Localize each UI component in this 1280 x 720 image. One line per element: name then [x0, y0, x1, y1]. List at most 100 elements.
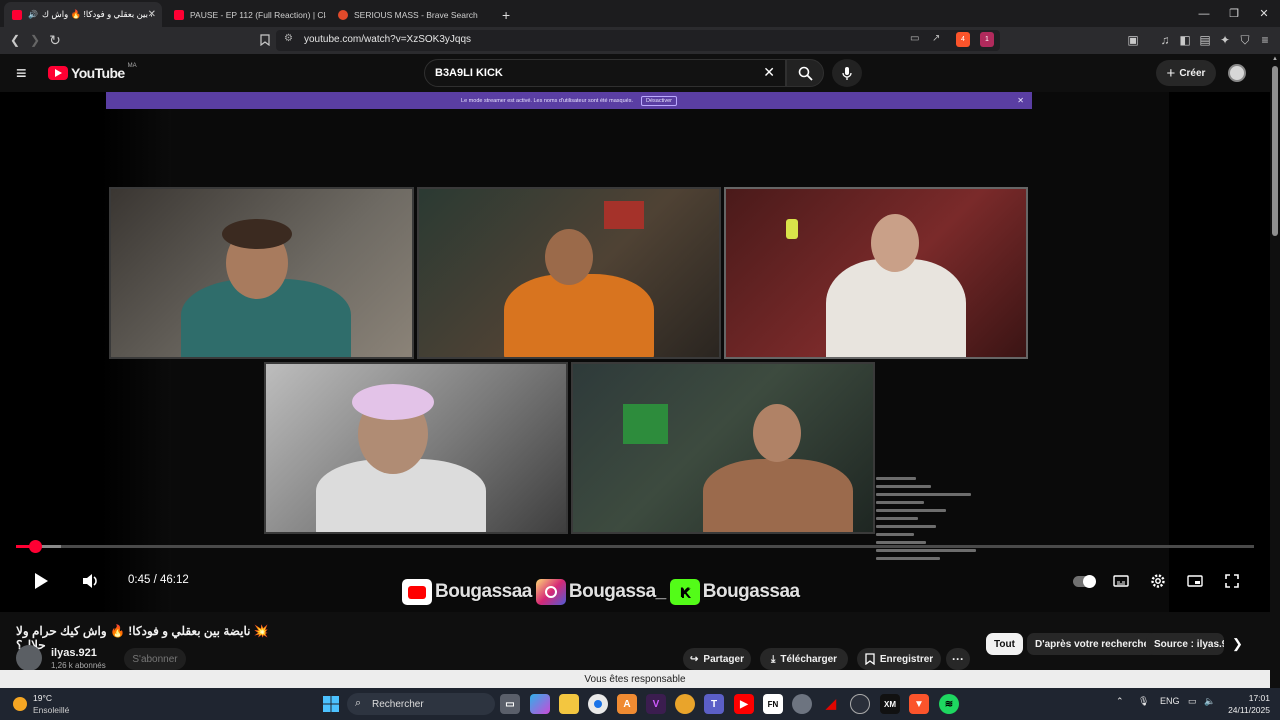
youtube-play-logo-icon [48, 66, 68, 80]
reload-button[interactable]: ↻ [47, 32, 63, 48]
page-scrollbar[interactable]: ▲ [1270, 54, 1280, 688]
chip-source[interactable]: Source : ilyas.9 [1146, 633, 1224, 655]
app-icon-grey[interactable] [792, 694, 812, 714]
create-button[interactable]: + Créer [1156, 60, 1216, 86]
media-button[interactable]: ♫ [1157, 32, 1173, 48]
progress-bar[interactable] [16, 545, 1254, 548]
tray-overflow-icon[interactable]: ⌃ [1116, 696, 1124, 707]
windows-taskbar: 19°C Ensoleillé ⌕ Rechercher ▭ A V T ▶ F… [0, 688, 1280, 720]
voice-search-button[interactable] [832, 59, 862, 87]
more-actions-button[interactable]: ··· [946, 648, 970, 670]
microphone-tray-icon[interactable]: 🎙 [1138, 696, 1149, 707]
site-info-icon[interactable]: ⚙ [284, 33, 293, 44]
handle-text: Bougassaa [702, 581, 800, 602]
play-button[interactable] [29, 570, 53, 592]
taskbar-search-placeholder: Rechercher [372, 698, 424, 710]
teams-icon[interactable]: T [704, 694, 724, 714]
volume-tray-icon[interactable]: 🔈 [1204, 696, 1215, 707]
clear-search-icon[interactable]: ✕ [763, 64, 775, 81]
search-input[interactable]: B3A9LI KICK [435, 67, 503, 79]
video-player[interactable]: Le mode streamer est activé. Les noms d'… [0, 92, 1280, 612]
brave-search-favicon-icon [338, 9, 348, 20]
sparkle-icon: ✦ [1219, 33, 1231, 47]
reader-icon: ▣ [1127, 33, 1139, 47]
new-tab-button[interactable]: + [494, 2, 516, 27]
channel-name[interactable]: ilyas.921 [51, 647, 97, 659]
app-icon-round[interactable] [675, 694, 695, 714]
wallet-button[interactable]: ▤ [1197, 32, 1213, 48]
file-explorer-icon[interactable] [559, 694, 579, 714]
menu-button[interactable]: ≡ [1257, 32, 1273, 48]
chip-all[interactable]: Tout [986, 633, 1023, 655]
vpn-button[interactable]: ⛉ [1237, 32, 1253, 48]
tab-pause-ep112[interactable]: PAUSE - EP 112 (Full Reaction) | Clas [166, 2, 326, 27]
clock-date[interactable]: 24/11/2025 [1218, 705, 1270, 715]
theater-mode-button[interactable] [1183, 570, 1207, 592]
settings-button[interactable] [1146, 570, 1170, 592]
fullscreen-button[interactable] [1220, 570, 1244, 592]
forward-button[interactable]: ❯ [27, 32, 43, 48]
audio-icon[interactable]: 🔊 [28, 10, 38, 19]
autoplay-toggle[interactable] [1071, 570, 1097, 592]
brave-shields-icon[interactable]: 4 [956, 32, 970, 47]
youtube-app-icon[interactable]: ▶ [734, 694, 754, 714]
mute-button[interactable] [79, 570, 103, 592]
back-button[interactable]: ❮ [7, 32, 23, 48]
network-icon[interactable]: ▭ [1188, 696, 1197, 707]
theater-icon [1187, 575, 1203, 587]
account-avatar[interactable] [1228, 64, 1246, 82]
copilot-icon[interactable] [530, 694, 550, 714]
music-note-icon: ♫ [1160, 33, 1170, 47]
share-icon[interactable]: ↗ [932, 33, 940, 44]
download-button[interactable]: ⤓ Télécharger [760, 648, 848, 670]
sidebar-icon: ◧ [1179, 33, 1191, 47]
chips-next-button[interactable]: ❯ [1232, 636, 1243, 652]
subscribe-button[interactable]: S'abonner [124, 648, 186, 670]
leo-ai-button[interactable]: ✦ [1217, 32, 1233, 48]
weather-desc[interactable]: Ensoleillé [33, 705, 69, 715]
task-view-icon[interactable]: ▭ [500, 694, 520, 714]
app-icon-purple[interactable]: V [646, 694, 666, 714]
brave-app-icon[interactable]: ▼ [909, 694, 929, 714]
scrollbar-thumb[interactable] [1272, 66, 1278, 236]
app-icon-a[interactable]: A [617, 694, 637, 714]
weather-temp[interactable]: 19°C [33, 693, 52, 703]
spotify-icon[interactable]: ≋ [939, 694, 959, 714]
language-indicator[interactable]: ENG [1160, 696, 1180, 706]
tab-close-icon[interactable]: ✕ [148, 9, 156, 20]
search-button[interactable] [786, 59, 824, 87]
play-icon [35, 573, 48, 589]
chip-from-search[interactable]: D'après votre recherche [1027, 633, 1158, 655]
subtitles-button[interactable] [1109, 570, 1133, 592]
bookmark-button[interactable] [257, 32, 273, 48]
cast-icon[interactable]: ▭ [910, 33, 919, 44]
restore-button[interactable]: ❐ [1218, 0, 1250, 27]
fn-app-icon[interactable]: FN [763, 694, 783, 714]
youtube-logo[interactable]: YouTube MA [48, 63, 137, 81]
close-window-button[interactable]: ✕ [1248, 0, 1280, 27]
search-box[interactable]: B3A9LI KICK ✕ [424, 59, 786, 87]
share-label: Partager [703, 653, 744, 665]
sun-icon[interactable] [13, 697, 27, 711]
reader-mode-button[interactable]: ▣ [1125, 32, 1141, 48]
xm-app-icon[interactable]: XM [880, 694, 900, 714]
start-button[interactable] [321, 694, 341, 714]
scrubber-handle[interactable] [29, 540, 42, 553]
brave-rewards-icon[interactable]: 1 [980, 32, 994, 47]
sidebar-button[interactable]: ◧ [1177, 32, 1193, 48]
app-icon-red[interactable]: ◢ [821, 694, 841, 714]
tab-brave-search[interactable]: SERIOUS MASS - Brave Search [330, 2, 490, 27]
save-button[interactable]: Enregistrer [857, 648, 941, 670]
clock-time[interactable]: 17:01 [1224, 693, 1270, 703]
taskbar-search[interactable]: ⌕ Rechercher [347, 693, 495, 715]
address-bar[interactable]: ⚙ youtube.com/watch?v=XzSOK3yJqqs ▭ ↗ 4 … [276, 30, 1000, 51]
minimize-button[interactable]: — [1188, 0, 1220, 27]
hamburger-icon: ≡ [16, 63, 27, 83]
guide-menu-button[interactable]: ≡ [16, 64, 27, 82]
scroll-up-icon[interactable]: ▲ [1272, 56, 1278, 62]
tab-youtube-video[interactable]: 🔊 نايضة بين بعقلي و فودكا! 🔥 واش ك ✕ [4, 2, 162, 27]
channel-avatar[interactable] [16, 645, 42, 671]
app-icon-circle[interactable] [850, 694, 870, 714]
chrome-icon[interactable] [588, 694, 608, 714]
share-button[interactable]: ↪ Partager [683, 648, 751, 670]
